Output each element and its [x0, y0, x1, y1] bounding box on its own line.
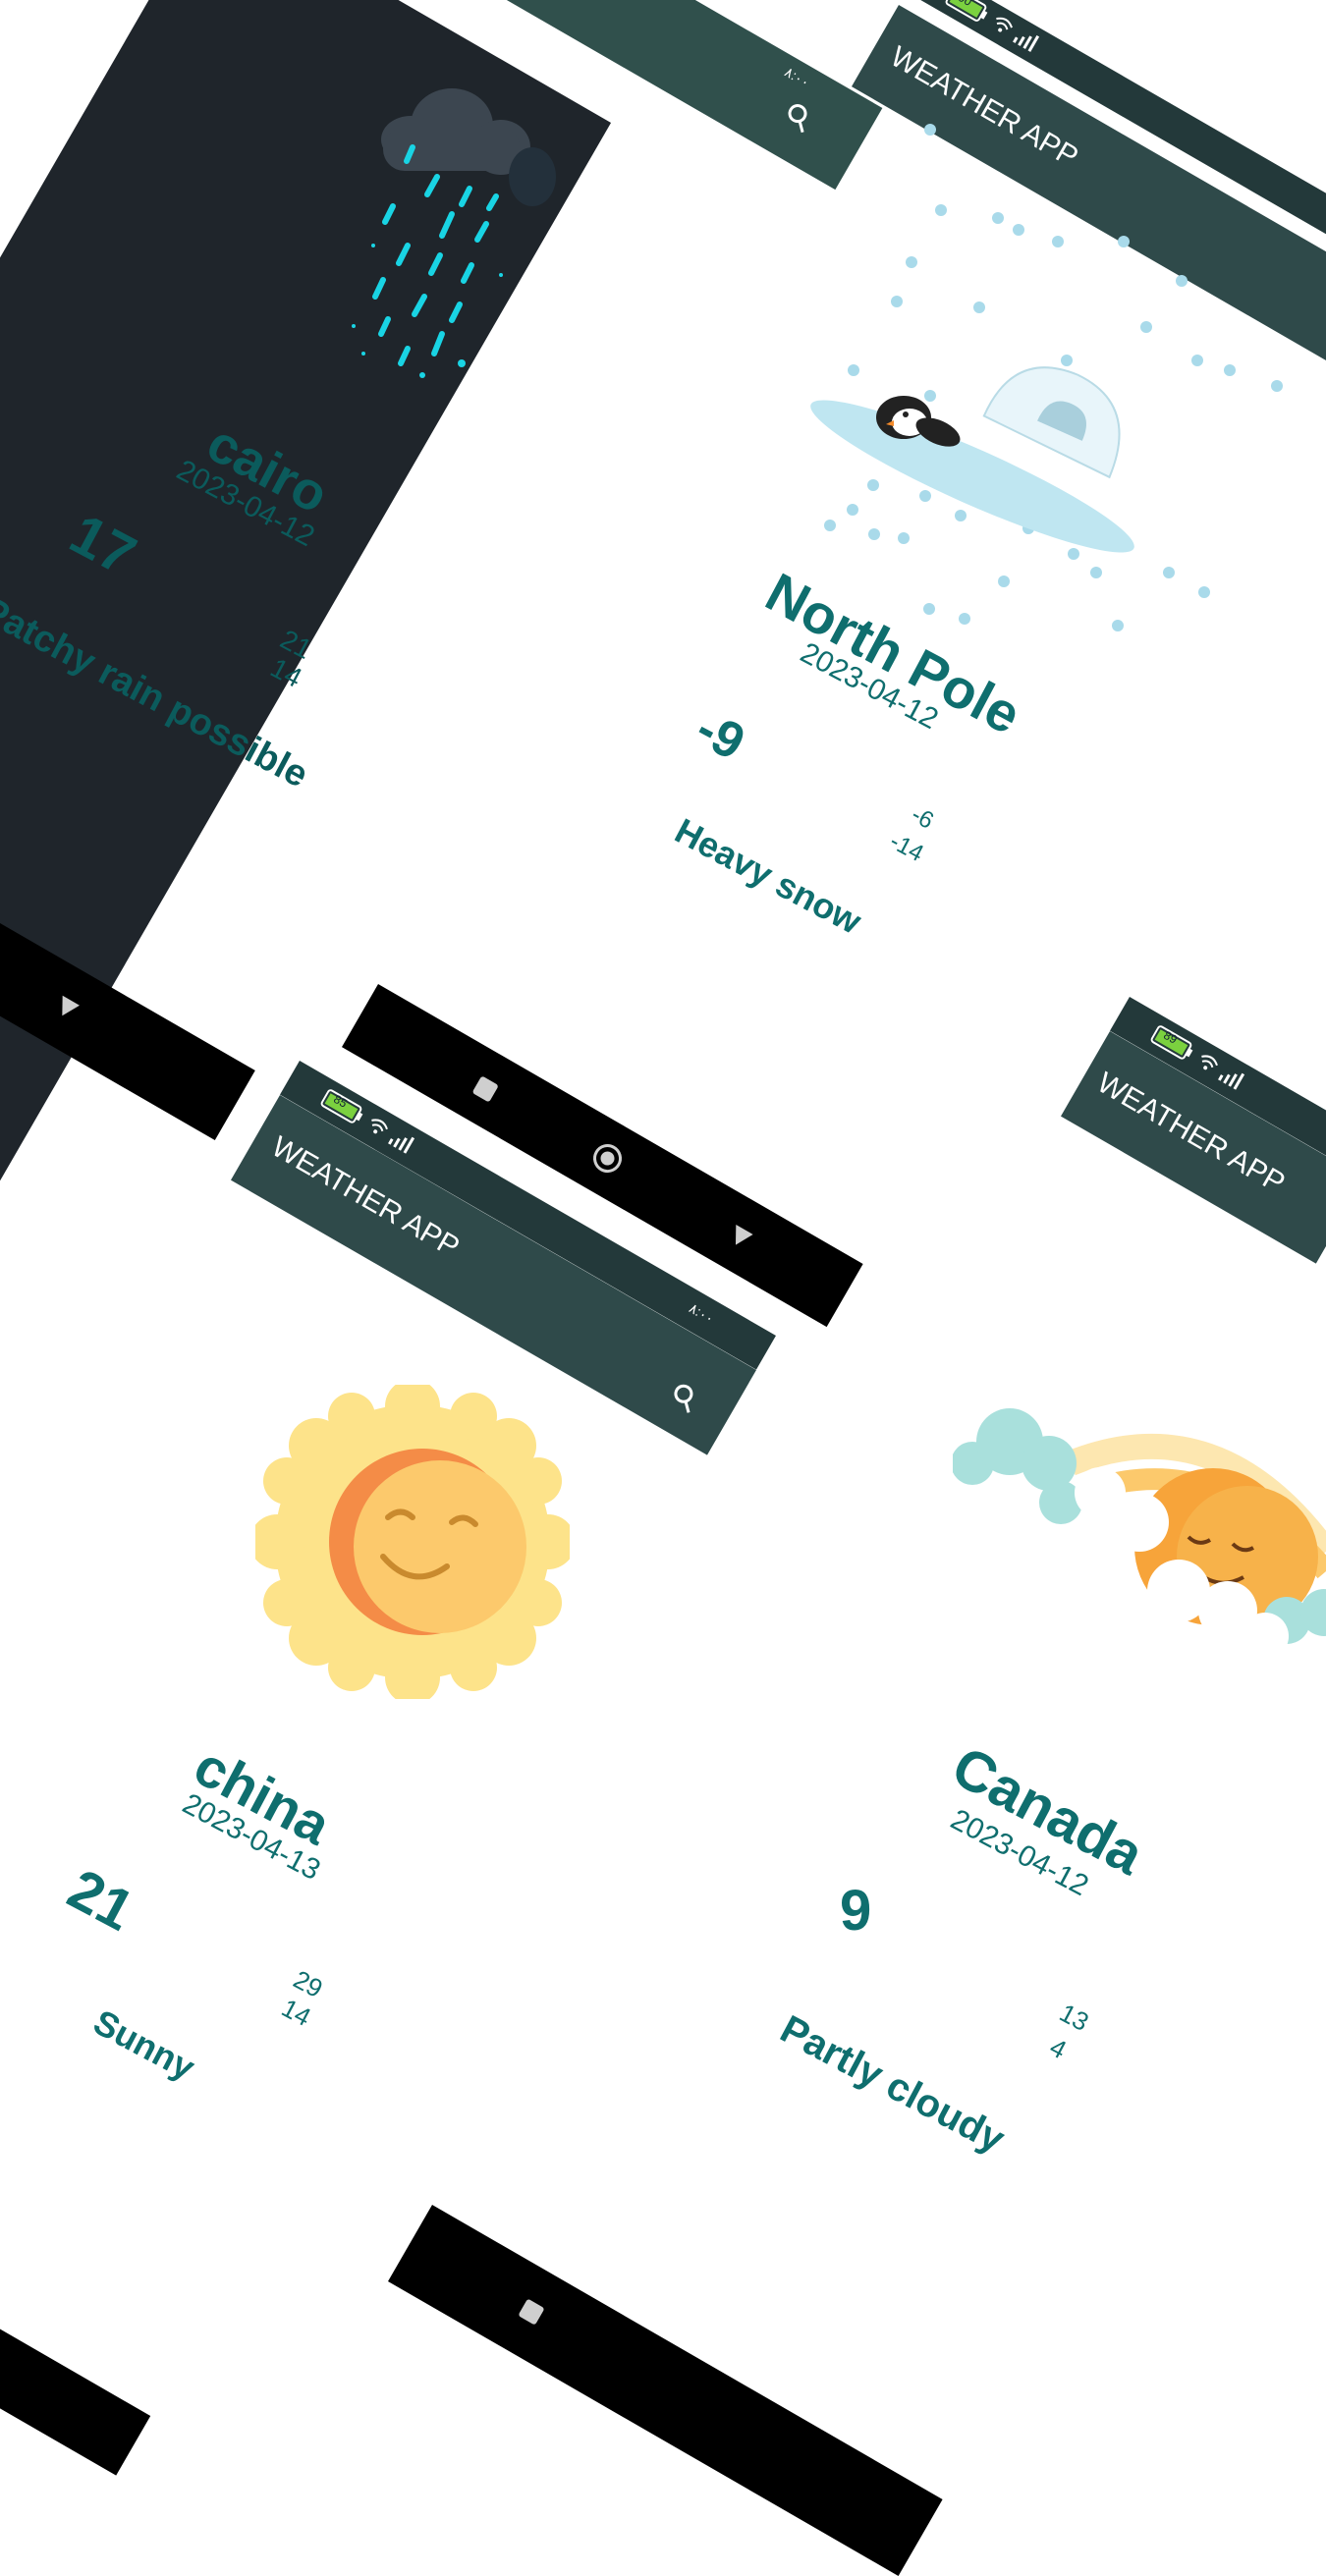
signal-icon: [1010, 27, 1041, 58]
northpole-current-temp: -9: [687, 699, 754, 772]
sun-illustration: [249, 1379, 576, 1705]
canada-low-temp: 4: [1044, 2032, 1072, 2065]
snow-igloo-illustration: [727, 108, 1316, 638]
bottom-left-nav-bar: [0, 2318, 151, 2476]
china-condition: Sunny: [86, 2001, 202, 2088]
china-nav-bar: [388, 2205, 943, 2576]
northpole-condition: Heavy snow: [668, 810, 868, 942]
canada-condition: Partly cloudy: [773, 2007, 1012, 2162]
triangle-back-icon[interactable]: [48, 991, 83, 1027]
canada-current-temp: 9: [840, 1879, 872, 1943]
northpole-high-temp: -6: [907, 801, 938, 835]
signal-icon: [1215, 1065, 1246, 1096]
china-current-temp: 21: [58, 1856, 144, 1944]
rain-cloud-illustration: [295, 69, 589, 422]
square-recents-icon[interactable]: [467, 1073, 501, 1110]
partly-cloudy-illustration: [951, 1385, 1326, 1670]
circle-home-icon[interactable]: [585, 1138, 628, 1182]
triangle-back-icon[interactable]: [722, 1221, 756, 1257]
signal-icon: [385, 1128, 416, 1160]
square-recents-icon[interactable]: [513, 2296, 547, 2332]
status-time: ۸:۰۰: [782, 63, 813, 91]
status-time: ۸:۰۰: [687, 1299, 717, 1327]
search-icon[interactable]: [662, 1378, 704, 1422]
